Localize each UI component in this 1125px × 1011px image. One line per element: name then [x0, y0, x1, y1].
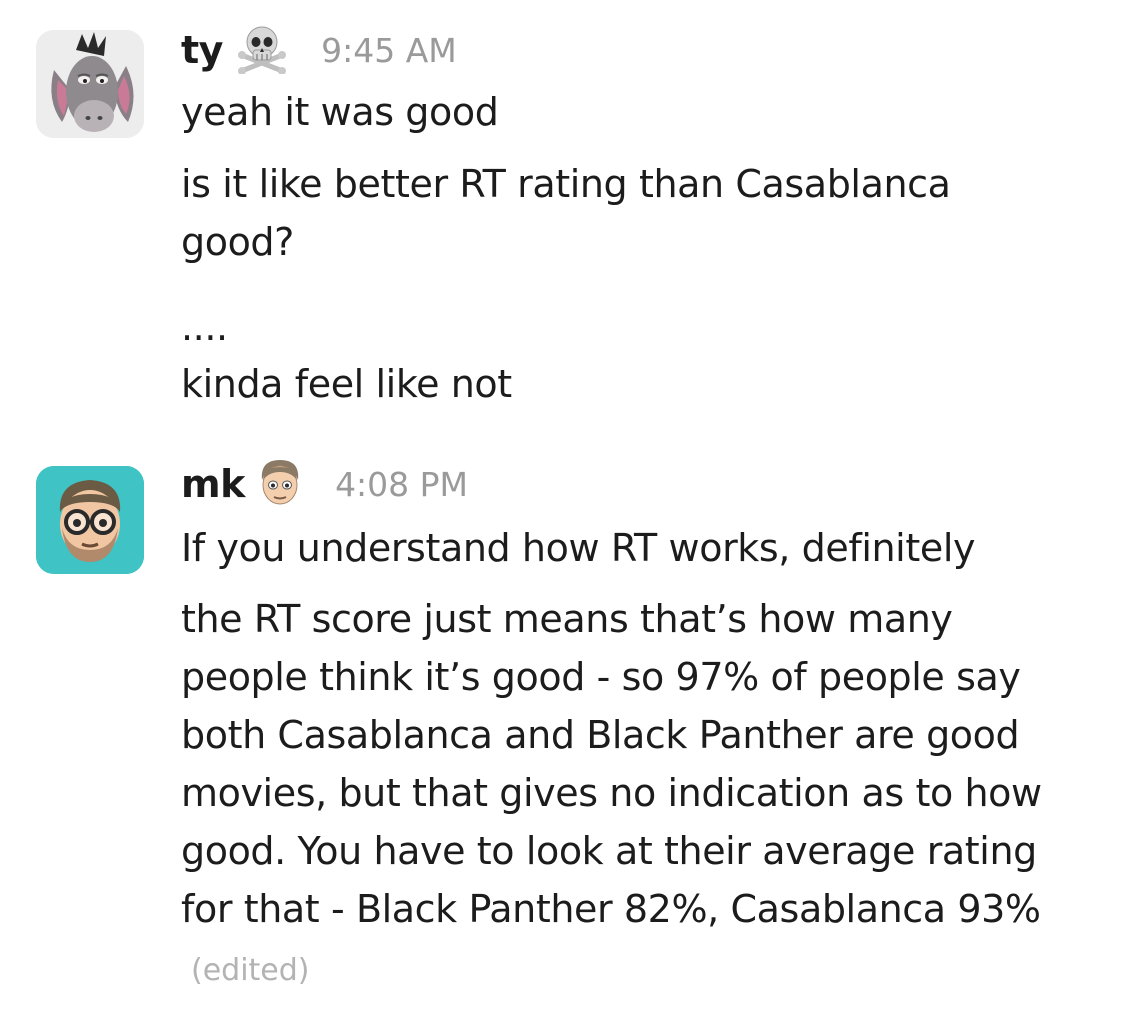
timestamp[interactable]: 9:45 AM	[321, 31, 457, 70]
message-text: kinda feel like not	[181, 362, 512, 406]
edited-label: (edited)	[191, 953, 310, 988]
message-text: ....	[181, 305, 228, 349]
skull-and-crossbones-icon	[236, 22, 288, 78]
man-face-icon	[258, 458, 302, 510]
username[interactable]: ty	[181, 28, 223, 72]
avatar[interactable]	[36, 30, 144, 138]
avatar[interactable]	[36, 466, 144, 574]
timestamp[interactable]: 4:08 PM	[335, 465, 468, 504]
message-text: yeah it was good	[181, 90, 499, 134]
message-text: is it like better RT rating than Casabla…	[181, 162, 951, 264]
message-header: mk 4:08 PM	[181, 458, 468, 518]
message-header: ty 9:45 AM	[181, 22, 457, 82]
message-text: the RT score just means that’s how many …	[181, 590, 1081, 1000]
message-text: If you understand how RT works, definite…	[181, 526, 976, 570]
bearded-man-glasses-avatar-icon	[36, 466, 144, 574]
message-body: the RT score just means that’s how many …	[181, 597, 1042, 931]
username[interactable]: mk	[181, 462, 245, 506]
donkey-avatar-icon	[36, 30, 144, 138]
